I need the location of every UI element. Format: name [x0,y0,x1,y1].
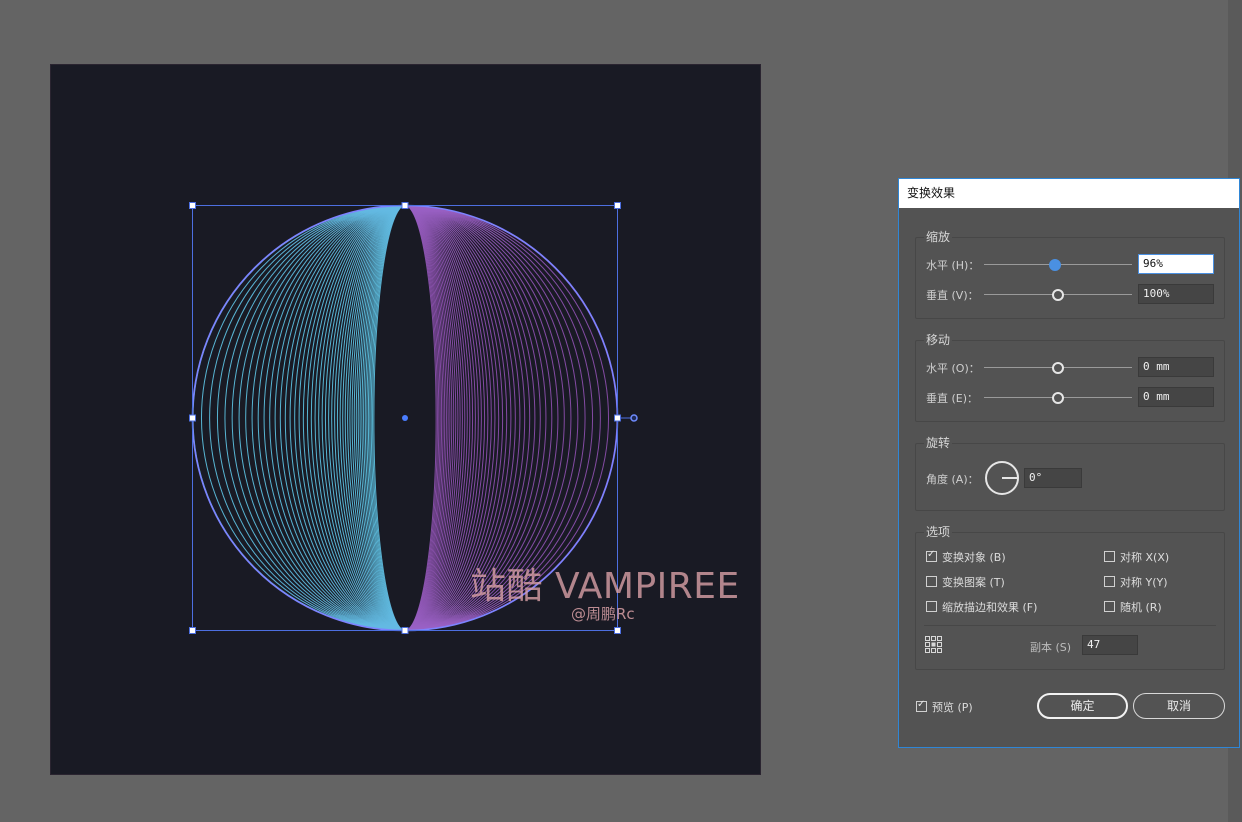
resize-handle[interactable] [189,202,196,209]
scale-horizontal-label: 水平 (H)： [926,259,980,272]
move-vertical-slider[interactable] [984,392,1132,404]
scale-horizontal-slider[interactable] [984,259,1132,271]
resize-handle[interactable] [189,414,196,422]
resize-handle[interactable] [614,627,621,634]
checkbox-checked[interactable] [916,699,927,712]
preview-checkbox[interactable]: 预览 (P) [916,699,973,715]
checkbox-label: 变换图案 (T) [942,576,1005,589]
reflect-x-checkbox[interactable]: 对称 X(X) [1104,549,1169,565]
checkbox-label: 对称 X(X) [1120,551,1170,564]
rotate-group: 旋转 角度 (A)： 0° [915,434,1225,511]
reflect-y-checkbox[interactable]: 对称 Y(Y) [1104,574,1168,590]
move-horizontal-slider[interactable] [984,362,1132,374]
copies-label: 副本 (S) [1030,641,1072,654]
cancel-button[interactable]: 取消 [1133,693,1225,719]
move-group-title: 移动 [924,331,953,348]
checkbox-label: 缩放描边和效果 (F) [942,601,1038,614]
transform-objects-checkbox[interactable]: 变换对象 (B) [926,549,1006,565]
resize-handle[interactable] [189,627,196,634]
scale-horizontal-input[interactable]: 96% [1138,254,1214,274]
move-group: 移动 水平 (O)： 0 mm 垂直 (E)： 0 mm [915,331,1225,422]
scale-strokes-checkbox[interactable]: 缩放描边和效果 (F) [926,599,1037,615]
options-group-title: 选项 [924,523,953,540]
transform-patterns-checkbox[interactable]: 变换图案 (T) [926,574,1005,590]
scale-horizontal-row: 水平 (H)： 96% [916,254,1224,276]
scale-vertical-label: 垂直 (V)： [926,289,979,302]
watermark-author: @周鹏Rc [571,605,635,623]
move-horizontal-row: 水平 (O)： 0 mm [916,357,1224,379]
checkbox-label: 随机 (R) [1120,601,1162,614]
resize-handle[interactable] [401,202,409,209]
dialog-title[interactable]: 变换效果 [899,179,1239,208]
checkbox-label: 变换对象 (B) [942,551,1006,564]
checkbox[interactable] [926,601,937,612]
checkbox[interactable] [1104,576,1115,587]
move-vertical-label: 垂直 (E)： [926,392,979,405]
rotate-angle-row: 角度 (A)： 0° [916,461,1224,495]
ok-button[interactable]: 确定 [1037,693,1128,719]
rotate-angle-label: 角度 (A)： [926,473,979,486]
rotate-angle-input[interactable]: 0° [1024,468,1082,488]
scale-vertical-input[interactable]: 100% [1138,284,1214,304]
checkbox-label: 对称 Y(Y) [1120,576,1168,589]
slider-knob[interactable] [1052,392,1064,404]
random-checkbox[interactable]: 随机 (R) [1104,599,1162,615]
move-vertical-row: 垂直 (E)： 0 mm [916,387,1224,409]
artboard[interactable]: 站酷 VAMPIREE @周鹏Rc [50,64,761,775]
scale-group: 缩放 水平 (H)： 96% 垂直 (V)： 100% [915,228,1225,319]
scale-group-title: 缩放 [924,228,953,245]
resize-handle[interactable] [614,202,621,209]
reference-point-icon[interactable] [924,635,944,655]
copies-input[interactable]: 47 [1082,635,1138,655]
move-horizontal-input[interactable]: 0 mm [1138,357,1214,377]
options-group: 选项 变换对象 (B) 变换图案 (T) 缩放描边和效果 (F) 对称 X(X)… [915,523,1225,670]
slider-knob[interactable] [1049,259,1061,271]
resize-handle[interactable] [401,627,409,634]
scale-vertical-row: 垂直 (V)： 100% [916,284,1224,306]
slider-knob[interactable] [1052,362,1064,374]
checkbox-checked[interactable] [926,549,937,562]
artwork [189,202,638,634]
checkbox[interactable] [1104,551,1115,562]
checkbox[interactable] [926,576,937,587]
divider [924,625,1216,626]
checkbox-label: 预览 (P) [932,701,973,714]
move-vertical-input[interactable]: 0 mm [1138,387,1214,407]
slider-knob[interactable] [1052,289,1064,301]
resize-handle[interactable] [614,414,621,422]
rotate-group-title: 旋转 [924,434,953,451]
rotate-handle[interactable] [630,414,638,422]
watermark-text: 站酷 VAMPIREE [470,566,740,607]
center-point [402,415,408,421]
scale-vertical-slider[interactable] [984,289,1132,301]
transform-effect-dialog: 变换效果 缩放 水平 (H)： 96% 垂直 (V)： 100% 移动 水平 (… [898,178,1240,748]
checkbox[interactable] [1104,601,1115,612]
move-horizontal-label: 水平 (O)： [926,362,980,375]
angle-dial-icon[interactable] [984,460,1020,496]
